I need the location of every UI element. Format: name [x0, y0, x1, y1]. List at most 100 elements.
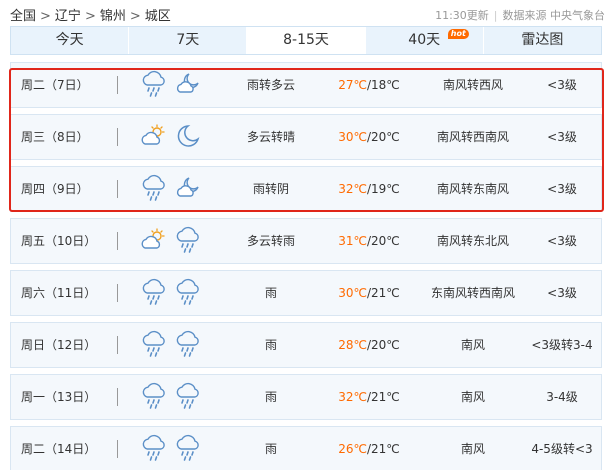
wind-level: 3-4级 — [546, 390, 578, 404]
temp-high: 27℃ — [338, 78, 367, 92]
cloudy-night-icon — [175, 174, 201, 202]
breadcrumb-item-city[interactable]: 锦州 — [100, 9, 126, 24]
forecast-row: 周二（14日） 雨 26℃/21℃ 南风 4-5级转<3 — [10, 426, 602, 470]
wind-direction: 南风 — [460, 338, 485, 352]
forecast-day: 周一（13日） — [21, 390, 97, 404]
forecast-list: 周二（7日） 雨转多云 27℃/18℃ 南风转西风 <3级 周三（8日） 多云转… — [10, 62, 602, 470]
temp-high: 28℃ — [338, 338, 367, 352]
forecast-row: 周一（13日） 雨 32℃/21℃ 南风 3-4级 — [10, 374, 602, 420]
tab-40-days-label: 40天 — [408, 32, 441, 48]
weather-icons — [141, 330, 201, 360]
update-time: 11:30更新 — [435, 9, 489, 22]
weather-desc: 雨转阴 — [252, 182, 289, 196]
top-bar: 全国 > 辽宁 > 锦州 > 城区 11:30更新 | 数据来源 中央气象台 — [0, 0, 613, 26]
forecast-day: 周二（7日） — [21, 78, 89, 92]
rain-cloud-icon — [175, 434, 201, 462]
temp-low: /21℃ — [366, 390, 400, 404]
forecast-row: 周二（7日） 雨转多云 27℃/18℃ 南风转西风 <3级 — [10, 62, 602, 108]
tab-8-15-days[interactable]: 8-15天 — [247, 27, 366, 54]
hot-badge: hot — [447, 29, 469, 39]
temp-low: /20℃ — [366, 338, 400, 352]
rain-cloud-icon — [141, 330, 167, 358]
rain-cloud-icon — [175, 278, 201, 306]
wind-direction: 南风 — [460, 390, 485, 404]
row-divider — [117, 76, 118, 94]
row-divider — [117, 336, 118, 354]
update-meta: 11:30更新 | 数据来源 中央气象台 — [435, 7, 605, 23]
wind-direction: 南风转东北风 — [436, 234, 509, 248]
tab-today[interactable]: 今天 — [11, 27, 130, 54]
wind-level: 4-5级转<3 — [531, 442, 593, 456]
wind-level: <3级转3-4 — [531, 338, 593, 352]
wind-direction: 东南风转西南风 — [430, 286, 515, 300]
data-source: 数据来源 中央气象台 — [502, 9, 606, 22]
forecast-row: 周六（11日） 雨 30℃/21℃ 东南风转西南风 <3级 — [10, 270, 602, 316]
wind-direction: 南风转西风 — [442, 78, 503, 92]
moon-icon — [175, 122, 201, 150]
row-divider — [117, 440, 118, 458]
wind-level: <3级 — [547, 78, 577, 92]
rain-cloud-icon — [141, 174, 167, 202]
temperature: 30℃/21℃ — [329, 271, 409, 315]
temp-high: 32℃ — [338, 390, 367, 404]
rain-cloud-icon — [175, 382, 201, 410]
temperature: 32℃/19℃ — [329, 167, 409, 211]
temp-low: /21℃ — [366, 442, 400, 456]
forecast-day: 周二（14日） — [21, 442, 97, 456]
temp-high: 26℃ — [338, 442, 367, 456]
weather-desc: 雨 — [264, 338, 277, 352]
rain-cloud-icon — [141, 434, 167, 462]
wind-direction: 南风转西南风 — [436, 130, 509, 144]
weather-icons — [141, 382, 201, 412]
weather-icons — [141, 278, 201, 308]
weather-icons — [141, 226, 201, 256]
temp-high: 31℃ — [338, 234, 367, 248]
temperature: 27℃/18℃ — [329, 63, 409, 107]
temperature: 32℃/21℃ — [329, 375, 409, 419]
temp-low: /21℃ — [366, 286, 400, 300]
weather-desc: 雨转多云 — [246, 78, 295, 92]
forecast-day: 周四（9日） — [21, 182, 89, 196]
rain-cloud-icon — [175, 226, 201, 254]
weather-icons — [141, 434, 201, 464]
wind-direction: 南风转东南风 — [436, 182, 509, 196]
wind-level: <3级 — [547, 286, 577, 300]
temp-high: 32℃ — [338, 182, 367, 196]
temp-low: /20℃ — [366, 234, 400, 248]
row-divider — [117, 284, 118, 302]
tab-40-days[interactable]: 40天 hot — [365, 27, 484, 54]
temperature: 31℃/20℃ — [329, 219, 409, 263]
breadcrumb-item-province[interactable]: 辽宁 — [55, 9, 81, 24]
forecast-row: 周三（8日） 多云转晴 30℃/20℃ 南风转西南风 <3级 — [10, 114, 602, 160]
forecast-day: 周五（10日） — [21, 234, 97, 248]
forecast-tabs: 今天 7天 8-15天 40天 hot 雷达图 — [10, 26, 602, 55]
row-divider — [117, 388, 118, 406]
wind-level: <3级 — [547, 130, 577, 144]
wind-direction: 南风 — [460, 442, 485, 456]
weather-icons — [141, 174, 201, 204]
weather-desc: 雨 — [264, 286, 277, 300]
row-divider — [117, 180, 118, 198]
partly-cloudy-icon — [141, 122, 167, 150]
temperature: 28℃/20℃ — [329, 323, 409, 367]
rain-cloud-icon — [141, 70, 167, 98]
weather-icons — [141, 70, 201, 100]
tab-radar[interactable]: 雷达图 — [483, 27, 602, 54]
breadcrumb: 全国 > 辽宁 > 锦州 > 城区 — [10, 5, 171, 24]
weather-desc: 雨 — [264, 442, 277, 456]
weather-icons — [141, 122, 201, 152]
wind-level: <3级 — [547, 182, 577, 196]
forecast-row: 周日（12日） 雨 28℃/20℃ 南风 <3级转3-4 — [10, 322, 602, 368]
partly-cloudy-icon — [141, 226, 167, 254]
rain-cloud-icon — [175, 330, 201, 358]
weather-desc: 雨 — [264, 390, 277, 404]
rain-cloud-icon — [141, 382, 167, 410]
breadcrumb-item-country[interactable]: 全国 — [10, 9, 36, 24]
wind-level: <3级 — [547, 234, 577, 248]
tab-7-days[interactable]: 7天 — [129, 27, 248, 54]
forecast-day: 周六（11日） — [21, 286, 97, 300]
forecast-row: 周四（9日） 雨转阴 32℃/19℃ 南风转东南风 <3级 — [10, 166, 602, 212]
breadcrumb-item-district: 城区 — [144, 9, 171, 24]
temp-high: 30℃ — [338, 286, 367, 300]
forecast-row: 周五（10日） 多云转雨 31℃/20℃ 南风转东北风 <3级 — [10, 218, 602, 264]
